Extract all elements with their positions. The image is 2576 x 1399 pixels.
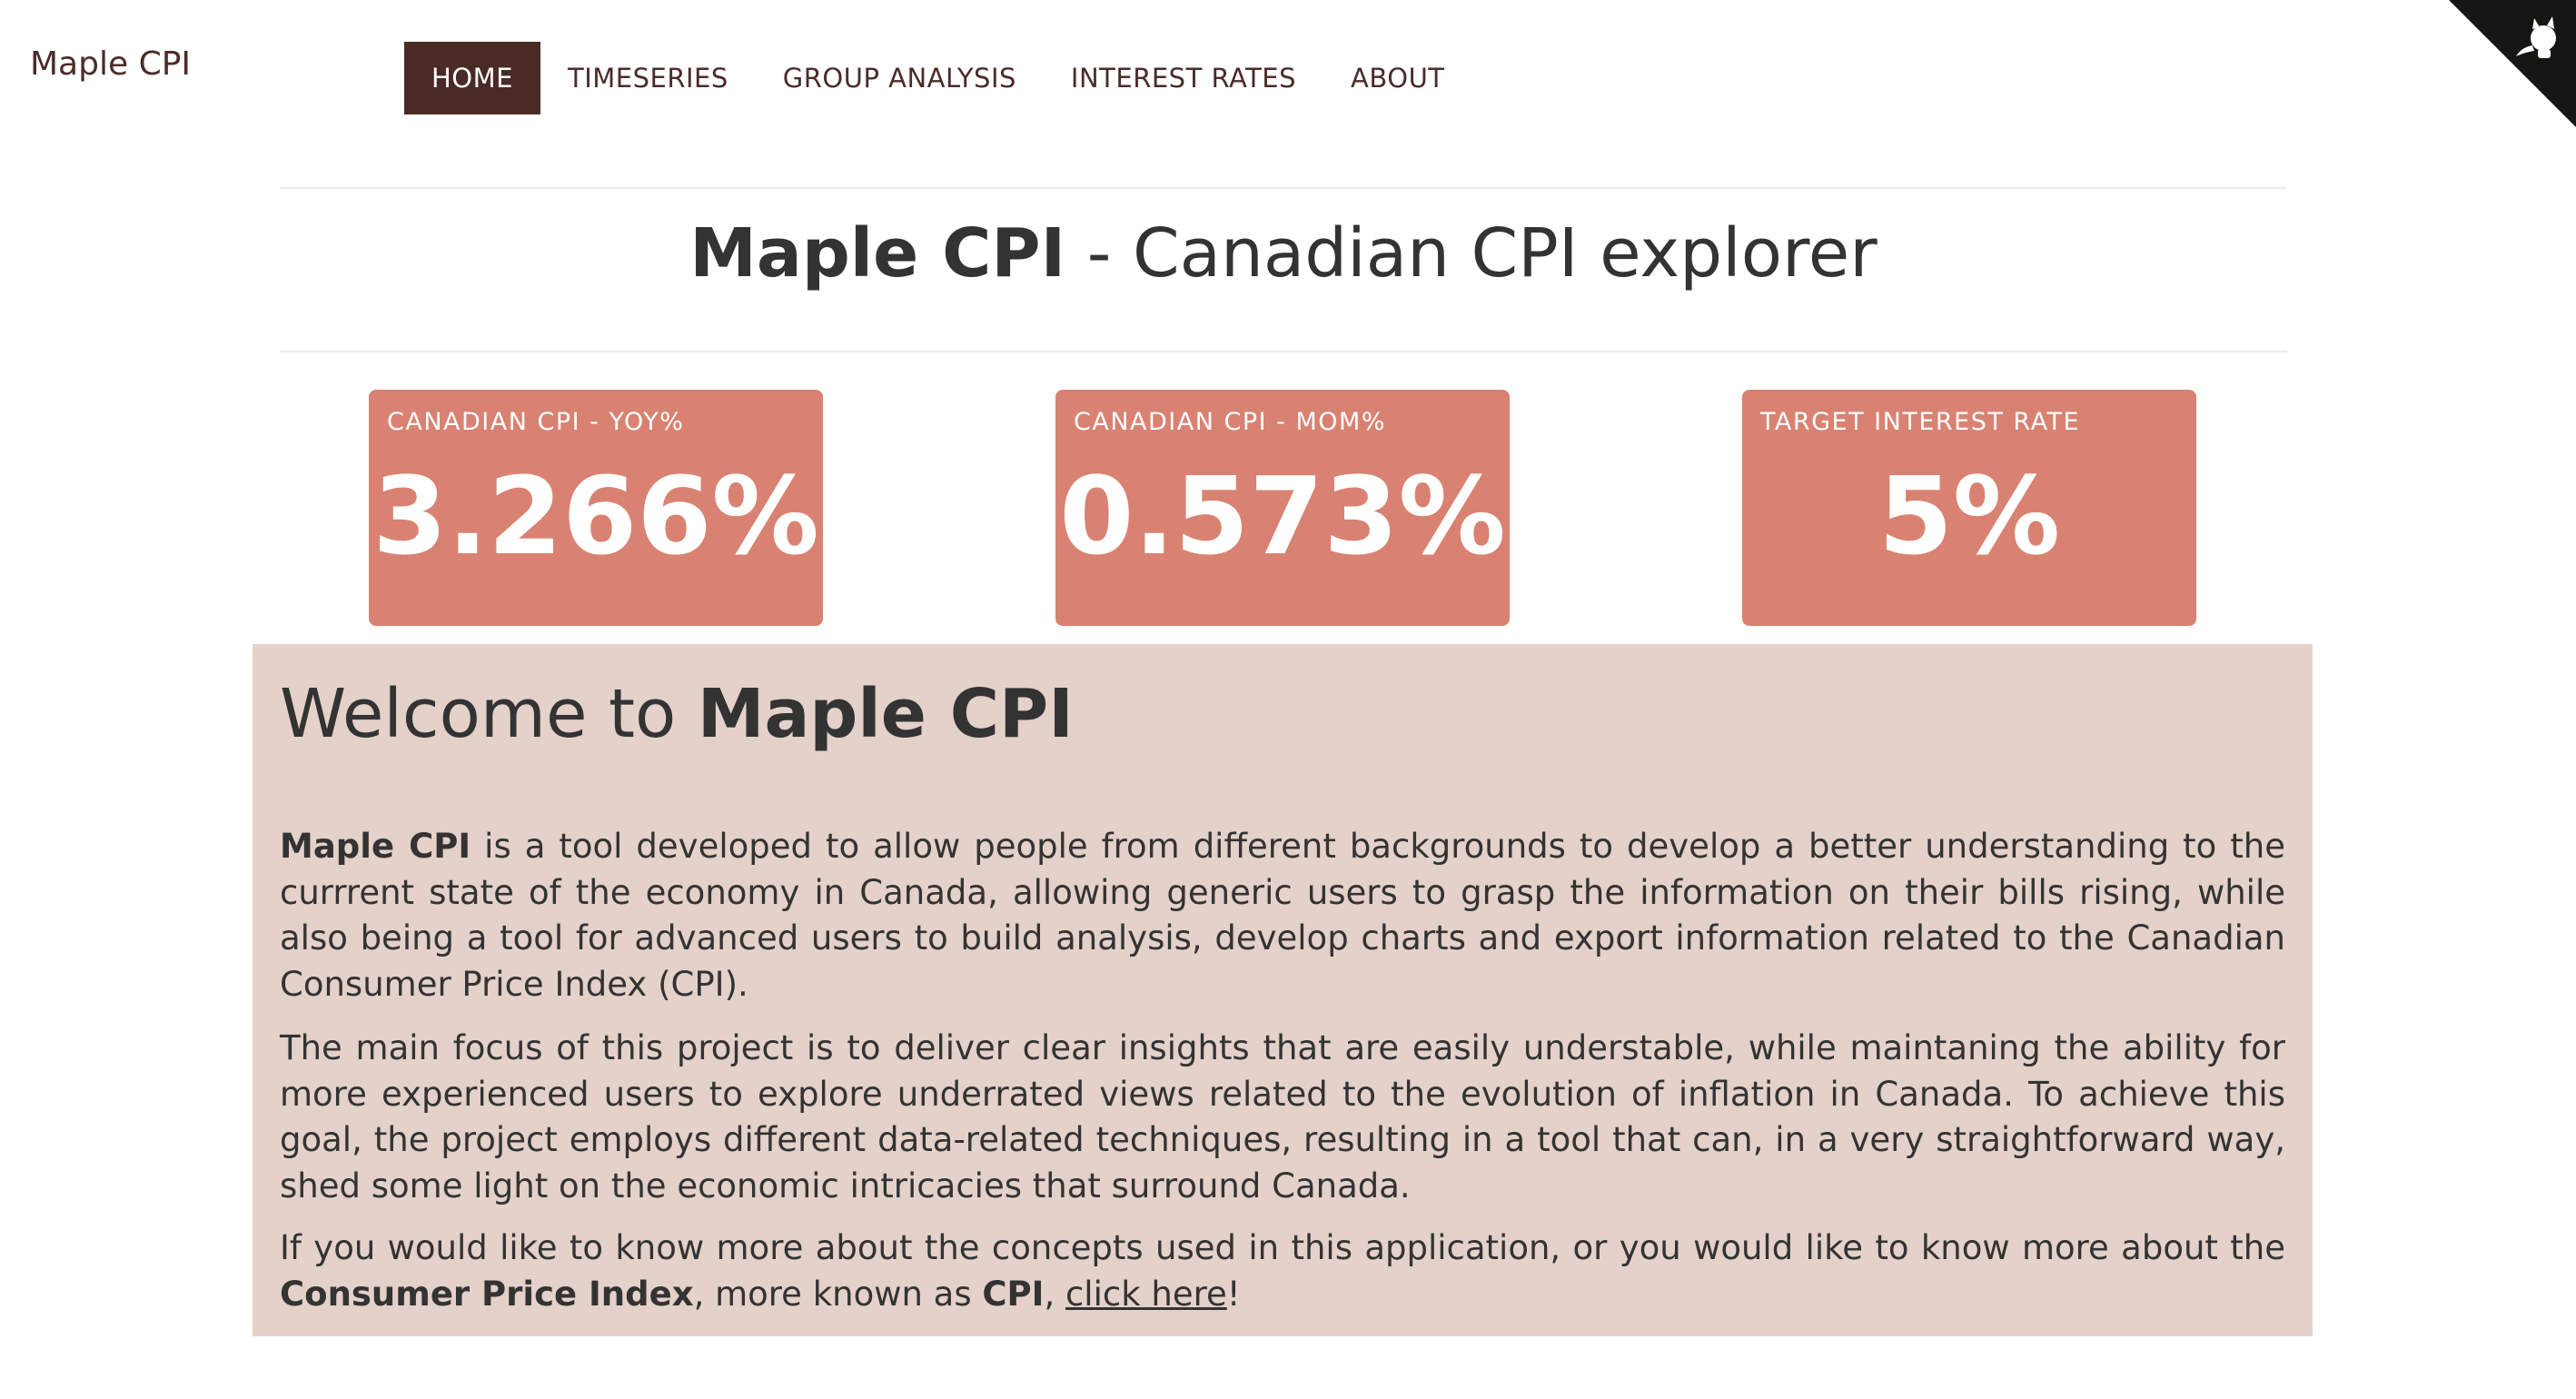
more-info-bold-cpi: CPI	[982, 1274, 1045, 1314]
focus-text: The main focus of this project is to del…	[280, 1028, 2285, 1206]
main-nav: HOME TIMESERIES GROUP ANALYSIS INTEREST …	[404, 42, 1472, 114]
more-info-paragraph: If you would like to know more about the…	[280, 1225, 2285, 1317]
welcome-title-bold: Maple CPI	[697, 675, 1074, 753]
header-divider-top	[280, 187, 2287, 189]
more-info-text-b: , more known as	[693, 1274, 983, 1314]
intro-paragraph: Maple CPI is a tool developed to allow p…	[280, 824, 2285, 1007]
kpi-card-cpi-mom: CANADIAN CPI - MOM% 0.573%	[1055, 390, 1510, 626]
nav-group-analysis[interactable]: GROUP ANALYSIS	[756, 42, 1044, 114]
kpi-value: 5%	[1878, 453, 2061, 579]
nav-about[interactable]: ABOUT	[1323, 42, 1472, 114]
corner-triangle	[2449, 0, 2576, 127]
kpi-value: 3.266%	[372, 453, 819, 579]
more-info-text-d: !	[1226, 1274, 1241, 1314]
more-info-bold-cpi-name: Consumer Price Index	[280, 1274, 694, 1314]
nav-interest-rates[interactable]: INTEREST RATES	[1044, 42, 1323, 114]
page: Maple CPI HOME TIMESERIES GROUP ANALYSIS…	[0, 0, 2576, 1399]
page-title: Maple CPI - Canadian CPI explorer	[280, 214, 2287, 293]
kpi-label: CANADIAN CPI - YOY%	[387, 408, 685, 436]
kpi-value: 0.573%	[1059, 453, 1506, 579]
welcome-title-prefix: Welcome to	[280, 675, 698, 753]
kpi-label: CANADIAN CPI - MOM%	[1074, 408, 1386, 436]
intro-text: is a tool developed to allow people from…	[280, 827, 2286, 1004]
nav-timeseries[interactable]: TIMESERIES	[540, 42, 756, 114]
header-divider-bottom	[280, 351, 2287, 352]
page-title-bold: Maple CPI	[689, 214, 1066, 293]
welcome-panel: Welcome to Maple CPI Maple CPI is a tool…	[253, 644, 2313, 1336]
welcome-title: Welcome to Maple CPI	[280, 675, 1074, 753]
click-here-link[interactable]: click here	[1065, 1275, 1227, 1314]
kpi-card-cpi-yoy: CANADIAN CPI - YOY% 3.266%	[369, 390, 823, 626]
github-corner-link[interactable]	[2449, 0, 2576, 127]
more-info-text-a: If you would like to know more about the…	[280, 1228, 2285, 1267]
focus-paragraph: The main focus of this project is to del…	[280, 1026, 2285, 1209]
kpi-label: TARGET INTEREST RATE	[1760, 408, 2081, 436]
page-title-rest: - Canadian CPI explorer	[1065, 214, 1878, 293]
nav-home[interactable]: HOME	[404, 42, 540, 114]
more-info-text-c: ,	[1044, 1274, 1065, 1314]
kpi-card-interest-rate: TARGET INTEREST RATE 5%	[1742, 390, 2196, 626]
intro-bold: Maple CPI	[280, 827, 471, 866]
brand-link[interactable]: Maple CPI	[30, 45, 191, 83]
